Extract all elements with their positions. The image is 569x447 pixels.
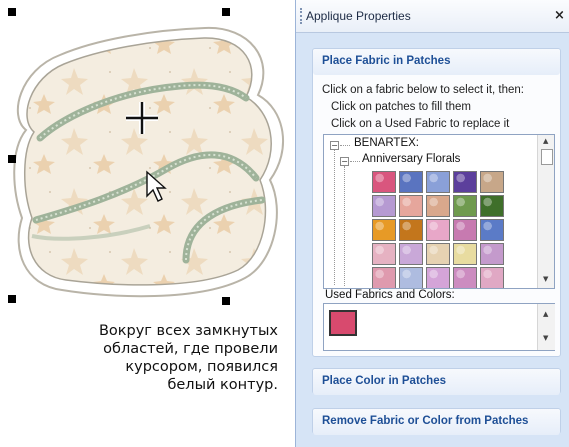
fabric-swatch[interactable] — [426, 171, 450, 193]
fabric-swatch[interactable] — [426, 195, 450, 217]
tree-item-benartex[interactable]: BENARTEX: — [354, 137, 419, 149]
fabric-swatch[interactable] — [453, 195, 477, 217]
fabric-swatch[interactable] — [453, 171, 477, 193]
place-color-header-label: Place Color in Patches — [322, 375, 446, 387]
fabric-swatch[interactable] — [480, 267, 504, 288]
panel-title-bar[interactable]: Applique Properties × — [296, 0, 569, 33]
selection-handle-top-right[interactable] — [222, 8, 230, 16]
fabric-swatch[interactable] — [426, 243, 450, 265]
fabric-swatch[interactable] — [399, 195, 423, 217]
selection-handle-middle-left[interactable] — [8, 155, 16, 163]
scroll-down-icon[interactable]: ▼ — [543, 334, 548, 342]
instruction-line: Click on a fabric below to select it, th… — [322, 84, 524, 96]
fabric-swatch[interactable] — [372, 219, 396, 241]
fabric-swatch[interactable] — [372, 195, 396, 217]
place-color-section[interactable]: Place Color in Patches — [312, 368, 561, 395]
scroll-down-icon[interactable]: ▼ — [543, 275, 548, 283]
tree-item-anniversary-florals[interactable]: Anniversary Florals — [362, 153, 460, 165]
fabric-swatch[interactable] — [399, 243, 423, 265]
fabric-swatch[interactable] — [426, 219, 450, 241]
instruction-line: Click on a Used Fabric to replace it — [331, 118, 510, 130]
fabric-swatch[interactable] — [399, 219, 423, 241]
place-fabric-header-label: Place Fabric in Patches — [322, 55, 451, 67]
arrow-cursor-icon — [146, 170, 167, 202]
fabric-tree[interactable]: − BENARTEX: − Anniversary Florals ▲ ▼ — [323, 134, 555, 289]
panel-title: Applique Properties — [306, 9, 411, 23]
fabric-swatch[interactable] — [480, 195, 504, 217]
fabric-swatch[interactable] — [426, 267, 450, 288]
fabric-swatch[interactable] — [480, 243, 504, 265]
remove-fabric-section[interactable]: Remove Fabric or Color from Patches — [312, 408, 561, 435]
fabric-swatch[interactable] — [372, 267, 396, 288]
fabric-swatch[interactable] — [453, 243, 477, 265]
collapse-icon[interactable]: − — [330, 141, 339, 150]
remove-fabric-header-label: Remove Fabric or Color from Patches — [322, 415, 529, 427]
scroll-thumb[interactable] — [541, 149, 553, 165]
tree-scrollbar[interactable]: ▲ ▼ — [537, 135, 554, 288]
crosshair-cursor-icon — [126, 102, 158, 134]
fabric-swatch[interactable] — [372, 243, 396, 265]
selection-handle-top-left[interactable] — [8, 8, 16, 16]
instruction-line: Click on patches to fill them — [331, 101, 471, 113]
fabric-swatch[interactable] — [399, 267, 423, 288]
used-fabrics-list[interactable]: ▲ ▼ — [323, 303, 555, 351]
fabric-swatch[interactable] — [480, 219, 504, 241]
collapse-icon[interactable]: − — [340, 157, 349, 166]
grip-handle[interactable] — [300, 8, 304, 24]
applique-properties-panel: Applique Properties × Place Fabric in Pa… — [295, 0, 569, 447]
used-fabric-swatch[interactable] — [329, 310, 357, 336]
remove-fabric-header[interactable]: Remove Fabric or Color from Patches — [313, 409, 560, 435]
selection-handle-bottom-left[interactable] — [8, 295, 16, 303]
design-canvas[interactable]: Вокруг всех замкнутых областей, где пров… — [0, 0, 295, 447]
fabric-swatch[interactable] — [453, 219, 477, 241]
caption-text: Вокруг всех замкнутых областей, где пров… — [98, 323, 278, 393]
place-color-header[interactable]: Place Color in Patches — [313, 369, 560, 395]
scroll-up-icon[interactable]: ▲ — [543, 310, 548, 318]
used-fabrics-label: Used Fabrics and Colors: — [325, 289, 455, 301]
fabric-swatch[interactable] — [399, 171, 423, 193]
fabric-swatch[interactable] — [372, 171, 396, 193]
used-scrollbar[interactable]: ▲ ▼ — [537, 304, 555, 350]
selection-handle-bottom-middle[interactable] — [222, 297, 230, 305]
fabric-swatch[interactable] — [480, 171, 504, 193]
close-icon[interactable]: × — [554, 8, 565, 23]
fabric-swatch-grid — [372, 171, 512, 288]
fabric-swatch[interactable] — [453, 267, 477, 288]
place-fabric-section: Place Fabric in Patches Click on a fabri… — [312, 48, 561, 357]
place-fabric-header[interactable]: Place Fabric in Patches — [313, 49, 560, 75]
scroll-up-icon[interactable]: ▲ — [543, 137, 548, 145]
